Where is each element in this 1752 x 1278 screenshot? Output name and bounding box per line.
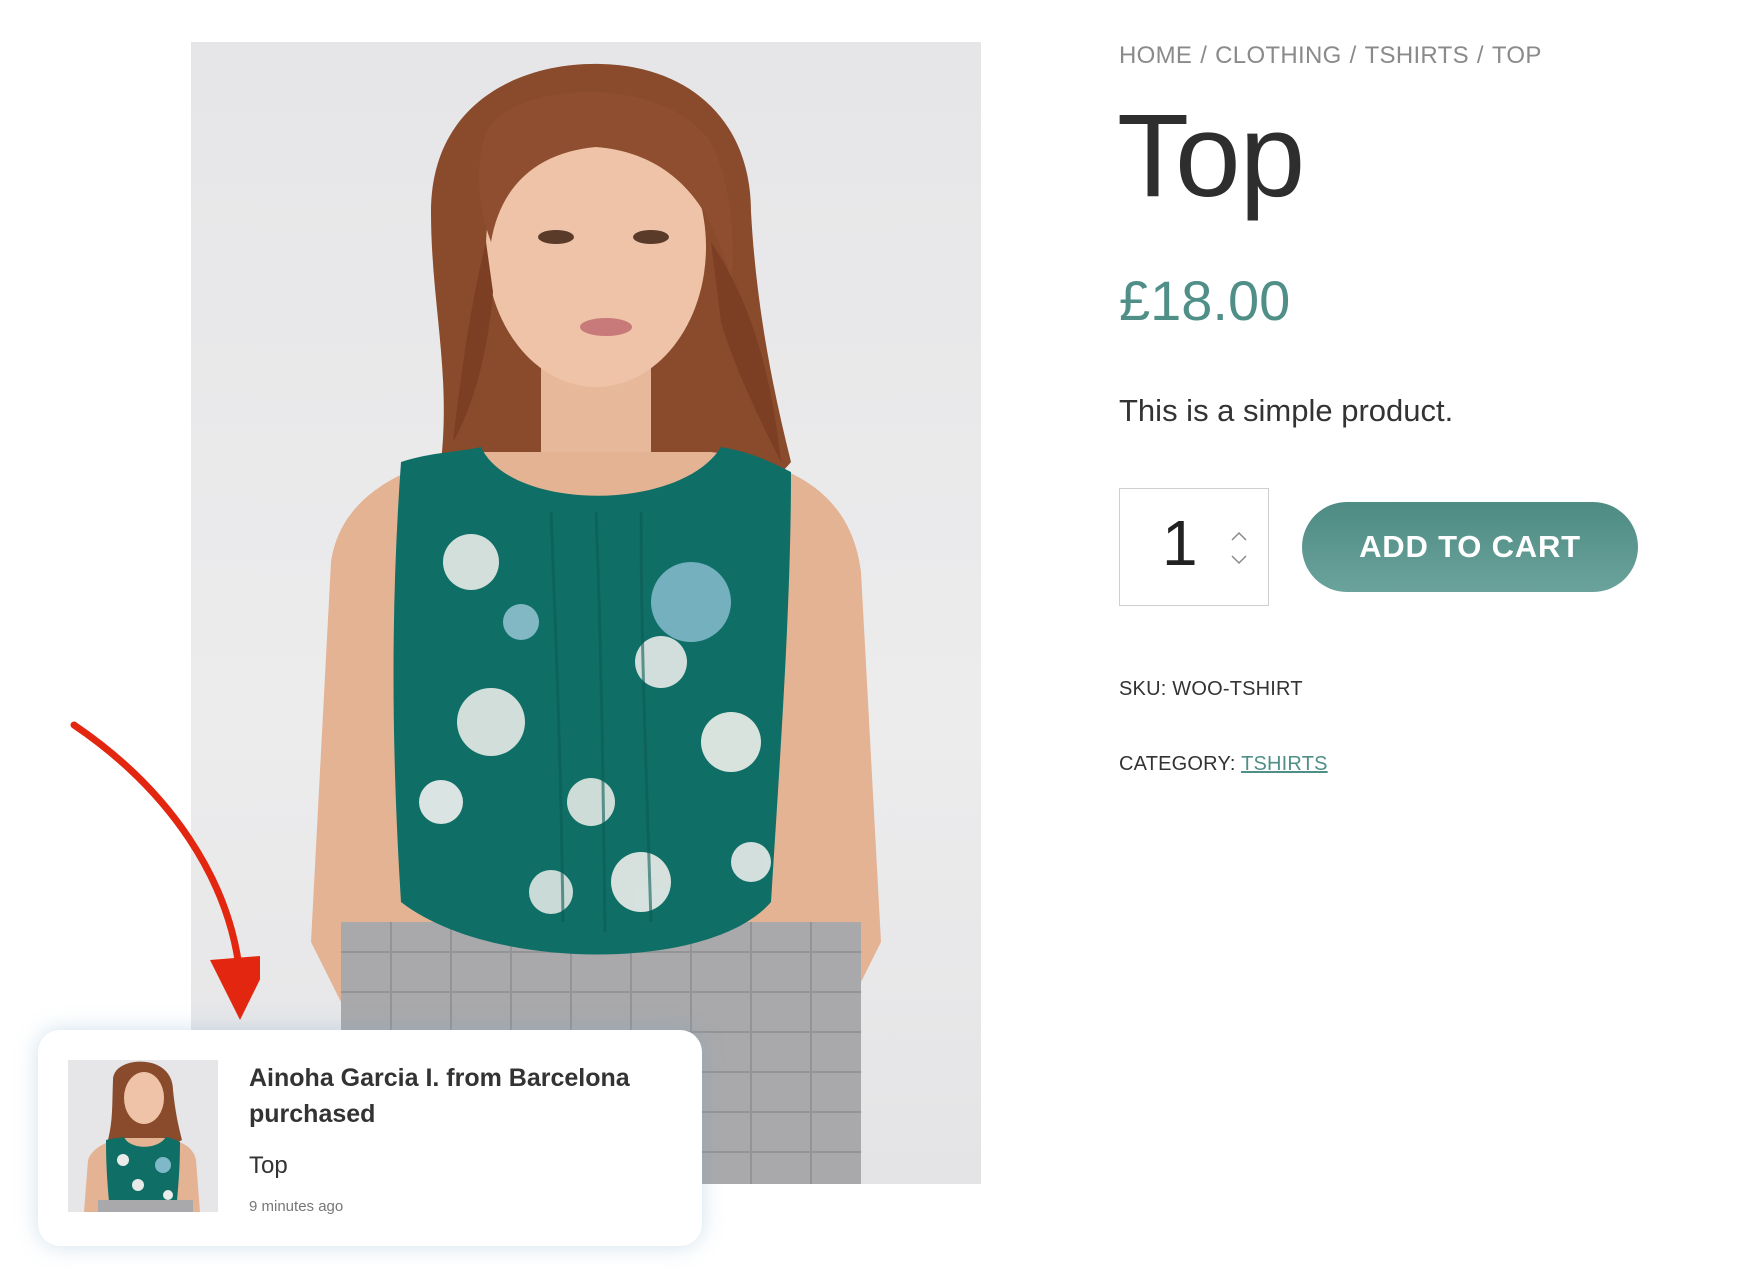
quantity-input[interactable]: 1 — [1162, 511, 1202, 575]
breadcrumb-tshirts[interactable]: TSHIRTS — [1365, 42, 1469, 69]
notification-timestamp: 9 minutes ago — [249, 1198, 344, 1215]
product-price: £18.00 — [1119, 269, 1291, 332]
breadcrumb: HOME / CLOTHING / TSHIRTS / TOP — [1119, 42, 1542, 70]
breadcrumb-current: TOP — [1491, 42, 1542, 69]
product-category: CATEGORY: TSHIRTS — [1119, 753, 1328, 776]
chevron-up-icon[interactable] — [1230, 529, 1248, 543]
annotation-arrow-icon — [70, 721, 260, 1020]
notification-message: Ainoha Garcia I. from Barcelona purchase… — [249, 1064, 630, 1128]
quantity-stepper: 1 — [1119, 488, 1269, 606]
add-to-cart-button[interactable]: ADD TO CART — [1302, 502, 1638, 592]
breadcrumb-separator: / — [1200, 42, 1208, 69]
category-link[interactable]: TSHIRTS — [1241, 753, 1328, 775]
breadcrumb-clothing[interactable]: CLOTHING — [1215, 42, 1341, 69]
category-label: CATEGORY: — [1119, 753, 1236, 775]
product-image[interactable] — [191, 42, 981, 1184]
sku-value: WOO-TSHIRT — [1172, 678, 1303, 700]
notification-product-name[interactable]: Top — [249, 1152, 288, 1180]
product-sku: SKU: WOO-TSHIRT — [1119, 678, 1303, 701]
breadcrumb-home[interactable]: HOME — [1119, 42, 1192, 69]
breadcrumb-separator: / — [1476, 42, 1484, 69]
notification-product-thumbnail[interactable] — [68, 1060, 218, 1212]
sales-notification-popup[interactable]: Ainoha Garcia I. from Barcelona purchase… — [38, 1030, 702, 1246]
product-title: Top — [1117, 90, 1305, 222]
product-page: HOME / CLOTHING / TSHIRTS / TOP Top £18.00 Thi… — [0, 0, 1752, 1278]
breadcrumb-separator: / — [1349, 42, 1357, 69]
chevron-down-icon[interactable] — [1230, 553, 1248, 567]
product-short-description: This is a simple product. — [1119, 393, 1454, 428]
sku-label: SKU: — [1119, 678, 1167, 700]
